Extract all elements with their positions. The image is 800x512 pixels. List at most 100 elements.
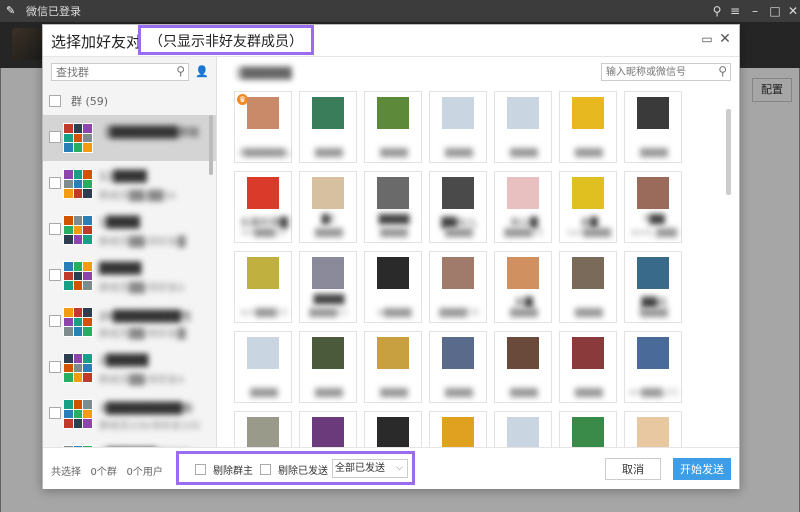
minimize-icon[interactable]: – bbox=[746, 2, 764, 20]
member-card[interactable]: ████18 bbox=[429, 251, 487, 323]
group-item[interactable]: 3█████████新 群成员339/非好友335 bbox=[43, 391, 216, 437]
member-card[interactable] bbox=[299, 411, 357, 447]
search-icon[interactable]: ⚲ bbox=[718, 64, 727, 78]
member-card[interactable]: ████ bbox=[559, 91, 617, 163]
member-avatar bbox=[507, 177, 539, 209]
dialog-close-icon[interactable]: ✕ bbox=[717, 31, 733, 47]
member-name: ████ bbox=[313, 294, 345, 305]
member-card[interactable]: 舍█ sun████ bbox=[559, 171, 617, 243]
group-item-checkbox[interactable] bbox=[49, 407, 61, 419]
member-card[interactable]: ████ bbox=[299, 91, 357, 163]
group-search-box[interactable]: ⚲ bbox=[51, 63, 189, 81]
member-card[interactable] bbox=[429, 411, 487, 447]
member-card[interactable]: ████ bbox=[494, 331, 552, 403]
group-item-checkbox[interactable] bbox=[49, 177, 61, 189]
group-header: 群 (59) bbox=[49, 91, 209, 111]
member-avatar bbox=[637, 257, 669, 289]
member-card[interactable]: 长嘉轩德█ wx███22 bbox=[234, 171, 292, 243]
member-card[interactable]: ██田 ████ bbox=[624, 251, 682, 323]
member-wechat-id: ████ bbox=[380, 228, 408, 238]
member-card[interactable] bbox=[364, 411, 422, 447]
menu-icon[interactable]: ≡ bbox=[726, 2, 744, 20]
group-avatar bbox=[63, 261, 93, 291]
maximize-icon[interactable]: □ bbox=[766, 2, 784, 20]
group-item[interactable]: 11████ 群成员██/██30 bbox=[43, 161, 216, 207]
add-contact-icon[interactable]: 👤 bbox=[195, 65, 209, 78]
group-item-checkbox[interactable] bbox=[49, 361, 61, 373]
group-item[interactable]: 1████ 群成员██/非好友█ bbox=[43, 207, 216, 253]
member-search-box[interactable]: ⚲ bbox=[601, 63, 731, 81]
member-card[interactable]: wx███y21 bbox=[624, 331, 682, 403]
group-avatar bbox=[63, 123, 93, 153]
group-avatar bbox=[63, 307, 93, 337]
member-avatar bbox=[312, 257, 344, 289]
member-card[interactable]: ██伙儿 ████ bbox=[429, 171, 487, 243]
group-list-scrollbar[interactable] bbox=[209, 115, 213, 175]
member-card[interactable]: 新█ ████ bbox=[494, 251, 552, 323]
member-card[interactable] bbox=[494, 411, 552, 447]
member-name: 长嘉轩德█ bbox=[240, 218, 288, 229]
member-card[interactable]: ████ bbox=[234, 331, 292, 403]
member-card[interactable] bbox=[559, 411, 617, 447]
start-send-button[interactable]: 开始发送 bbox=[673, 458, 731, 480]
exclude-owner-checkbox[interactable] bbox=[195, 464, 206, 475]
member-card[interactable]: ████ ████21 bbox=[299, 251, 357, 323]
select-all-groups-checkbox[interactable] bbox=[49, 95, 61, 107]
member-card[interactable]: ████ bbox=[494, 91, 552, 163]
member-grid-scrollbar[interactable] bbox=[726, 109, 731, 195]
dialog-maximize-icon[interactable]: ▭ bbox=[699, 32, 715, 48]
send-filter-value: 全部已发送 bbox=[335, 463, 385, 474]
exclude-sent-checkbox[interactable] bbox=[260, 464, 271, 475]
close-icon[interactable]: ✕ bbox=[784, 2, 800, 20]
member-card[interactable]: ████ bbox=[364, 91, 422, 163]
member-card[interactable]: ████ bbox=[559, 331, 617, 403]
group-avatar bbox=[63, 399, 93, 429]
member-card[interactable]: ████ bbox=[299, 331, 357, 403]
group-item-checkbox[interactable] bbox=[49, 315, 61, 327]
group-item-checkbox[interactable] bbox=[49, 223, 61, 235]
member-card[interactable]: ████ bbox=[559, 251, 617, 323]
member-card[interactable]: ████ bbox=[429, 91, 487, 163]
member-card[interactable]: Y██ wxid_███ bbox=[624, 171, 682, 243]
member-panel: 【██████ ⚲ ♛2██████g█████████████████████… bbox=[218, 57, 739, 447]
search-icon[interactable]: ⚲ bbox=[708, 2, 726, 20]
app-title: 微信已登录 bbox=[26, 5, 81, 18]
group-item[interactable]: 2█████ 群成员██/非好友4 bbox=[43, 345, 216, 391]
member-name: Y██ bbox=[643, 214, 665, 225]
member-card[interactable]: ████ bbox=[364, 331, 422, 403]
exclude-sent-option[interactable]: 剔除已发送 bbox=[260, 462, 328, 477]
group-item[interactable]: █████ 群成员██/非好友0 bbox=[43, 253, 216, 299]
member-card[interactable]: 张公█ ████22 bbox=[494, 171, 552, 243]
member-card[interactable]: ████ bbox=[429, 331, 487, 403]
member-wechat-id: 2██████g bbox=[237, 148, 291, 158]
member-card[interactable]: █C ████ bbox=[299, 171, 357, 243]
member-search-input[interactable] bbox=[606, 65, 710, 79]
group-item-checkbox[interactable] bbox=[49, 131, 61, 143]
member-avatar bbox=[312, 337, 344, 369]
member-avatar bbox=[312, 177, 344, 209]
member-card[interactable] bbox=[234, 411, 292, 447]
member-card[interactable]: wxi███22 bbox=[234, 251, 292, 323]
member-avatar bbox=[377, 177, 409, 209]
member-avatar bbox=[377, 97, 409, 129]
member-card[interactable]: ████ bbox=[624, 91, 682, 163]
group-item[interactable]: 【████████群联 bbox=[43, 115, 216, 161]
member-wechat-id: w████ bbox=[376, 308, 412, 318]
member-card[interactable]: w████ bbox=[364, 251, 422, 323]
group-search-input[interactable] bbox=[56, 65, 164, 79]
selected-label: 共选择 bbox=[51, 467, 81, 478]
member-avatar bbox=[442, 337, 474, 369]
member-avatar bbox=[637, 177, 669, 209]
member-card[interactable]: ♛ 2██████g bbox=[234, 91, 292, 163]
cancel-button[interactable]: 取消 bbox=[605, 458, 661, 480]
member-card[interactable] bbox=[624, 411, 682, 447]
member-card[interactable]: ████ ████ bbox=[364, 171, 422, 243]
member-avatar bbox=[442, 417, 474, 447]
exclude-owner-option[interactable]: 剔除群主 bbox=[195, 462, 253, 477]
group-item-checkbox[interactable] bbox=[49, 269, 61, 281]
group-item[interactable]: 3██████号新闻群成员██/非好友320 bbox=[43, 437, 216, 447]
group-item[interactable]: 20████████性 群成员██/非好友█ bbox=[43, 299, 216, 345]
search-icon[interactable]: ⚲ bbox=[176, 64, 185, 78]
group-list: 【████████群联 11████ 群成员██/██30 1████ 群成员██/非好… bbox=[43, 115, 216, 447]
send-filter-select[interactable]: 全部已发送 ⌵ bbox=[332, 459, 408, 478]
